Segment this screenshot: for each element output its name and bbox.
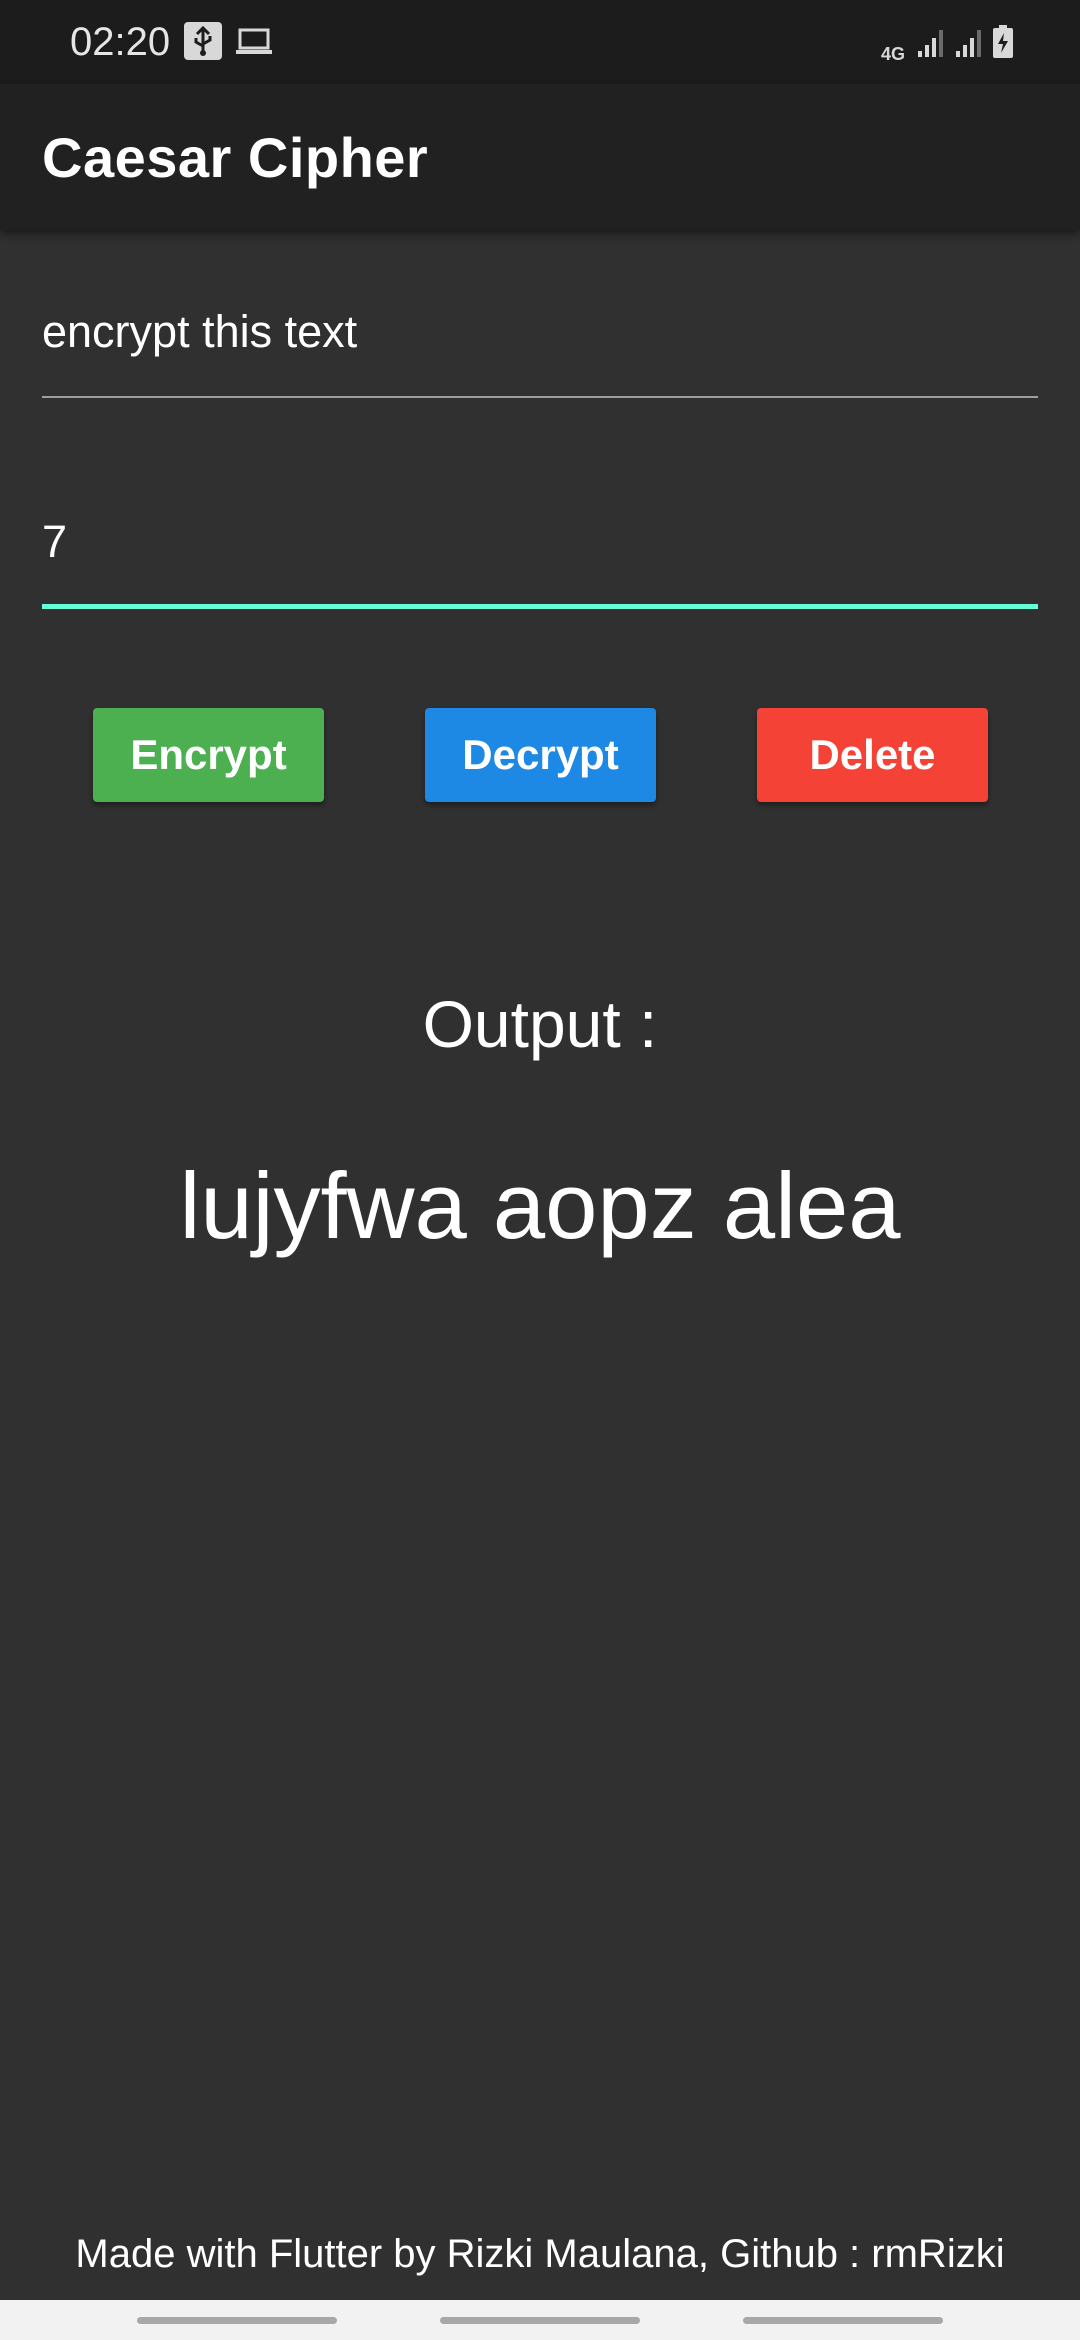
usb-icon: [184, 22, 222, 60]
status-bar: 02:20 4G: [0, 0, 1080, 84]
network-type: 4G: [880, 44, 905, 64]
app-bar: Caesar Cipher: [0, 84, 1080, 230]
laptop-icon: [234, 22, 274, 60]
shift-input-value[interactable]: 7: [42, 514, 67, 570]
nav-back-button[interactable]: [743, 2317, 943, 2324]
status-right-icons: 4G: [878, 20, 1014, 64]
system-nav-bar: [0, 2300, 1080, 2340]
nav-home-button[interactable]: [440, 2317, 640, 2324]
encrypt-button[interactable]: Encrypt: [93, 708, 324, 802]
screen: 02:20 4G Caesar Cipher encrypt this text…: [0, 0, 1080, 2340]
shift-input-underline-focused: [42, 604, 1038, 609]
app-title: Caesar Cipher: [42, 126, 429, 189]
shift-input-field[interactable]: 7: [42, 510, 1038, 610]
footer-credit: Made with Flutter by Rizki Maulana, Gith…: [75, 2232, 1005, 2276]
battery-charging-icon: [992, 25, 1014, 64]
text-input-underline: [42, 396, 1038, 398]
delete-button[interactable]: Delete: [757, 708, 988, 802]
status-time: 02:20: [70, 20, 171, 64]
signal-icon: [954, 27, 984, 64]
output-label: Output :: [422, 987, 658, 1061]
nav-recents-button[interactable]: [137, 2317, 337, 2324]
text-input-field[interactable]: encrypt this text: [42, 300, 1038, 400]
decrypt-button[interactable]: Decrypt: [425, 708, 656, 802]
signal-icon: [916, 27, 946, 64]
text-input-value[interactable]: encrypt this text: [42, 304, 357, 360]
output-value: lujyfwa aopz alea: [179, 1153, 901, 1258]
